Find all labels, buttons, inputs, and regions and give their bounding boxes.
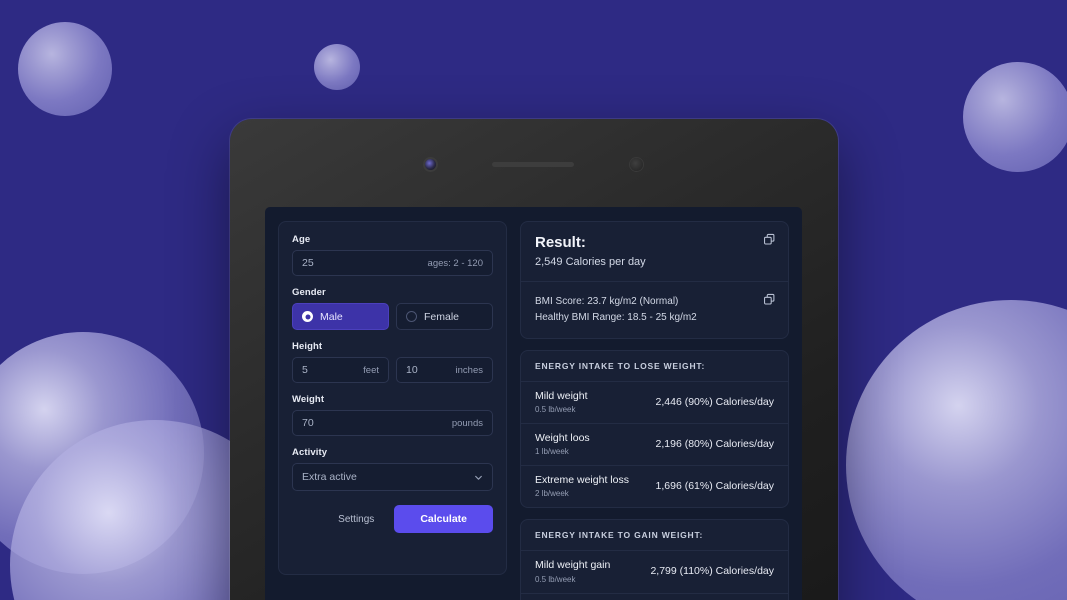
- gender-male-label: Male: [320, 310, 343, 323]
- row-label-group: Mild weight 0.5 lb/week: [535, 390, 588, 414]
- speaker-grille-icon: [492, 161, 574, 167]
- row-label-group: Mild weight gain 0.5 lb/week: [535, 559, 610, 583]
- weight-input[interactable]: 70 pounds: [292, 410, 493, 436]
- camera-icon: [425, 158, 436, 170]
- gender-option-female[interactable]: Female: [396, 303, 493, 330]
- radio-selected-icon: [302, 311, 313, 322]
- copy-icon[interactable]: [763, 293, 776, 306]
- sensor-icon: [630, 157, 643, 171]
- activity-field-block: Activity Extra active: [292, 447, 493, 491]
- age-label: Age: [292, 234, 311, 245]
- row-rate: 0.5 lb/week: [535, 574, 576, 584]
- age-input[interactable]: 25 ages: 2 - 120: [292, 250, 493, 276]
- height-inches-unit: inches: [455, 364, 483, 376]
- gender-field-block: Gender Male Female: [292, 287, 493, 330]
- bmi-score: BMI Score: 23.7 kg/m2 (Normal): [535, 296, 679, 307]
- row-label-group: Weight loos 1 lb/week: [535, 432, 590, 456]
- row-name: Extreme weight loss: [535, 474, 629, 487]
- chevron-down-icon: [475, 475, 482, 480]
- result-card: Result: 2,549 Calories per day BMI Score…: [520, 221, 789, 339]
- weight-field-block: Weight 70 pounds: [292, 394, 493, 436]
- calculator-form-panel: Age 25 ages: 2 - 120 Gender Male Female …: [278, 221, 507, 575]
- gender-female-label: Female: [424, 310, 460, 323]
- row-rate: 0.5 lb/week: [535, 405, 576, 415]
- table-row: Mild weight gain 0.5 lb/week 2,799 (110%…: [521, 551, 788, 592]
- activity-value: Extra active: [302, 471, 357, 483]
- height-inputs: 5 feet 10 inches: [292, 357, 493, 383]
- tablet-top-bar: [230, 119, 838, 209]
- settings-button[interactable]: Settings: [328, 508, 384, 531]
- row-name: Weight loos: [535, 432, 590, 445]
- row-label-group: Extreme weight loss 2 lb/week: [535, 474, 629, 498]
- tablet-device: Age 25 ages: 2 - 120 Gender Male Female …: [230, 119, 838, 600]
- copy-icon[interactable]: [763, 233, 776, 246]
- result-title: Result:: [535, 234, 586, 251]
- radio-unselected-icon: [406, 311, 417, 322]
- lose-weight-card: ENERGY INTAKE TO LOSE WEIGHT: Mild weigh…: [520, 350, 789, 509]
- calculate-button[interactable]: Calculate: [394, 505, 493, 533]
- weight-value: 70: [302, 417, 314, 429]
- decorative-sphere: [846, 300, 1067, 600]
- weight-unit: pounds: [451, 417, 483, 429]
- gender-label: Gender: [292, 287, 326, 298]
- decorative-sphere: [963, 62, 1067, 172]
- row-value: 2,799 (110%) Calories/day: [650, 565, 774, 578]
- height-inches-input[interactable]: 10 inches: [396, 357, 493, 383]
- gender-radio-group: Male Female: [292, 303, 493, 330]
- row-value: 2,446 (90%) Calories/day: [655, 396, 774, 409]
- decorative-sphere: [18, 22, 112, 116]
- age-value: 25: [302, 257, 314, 269]
- scene: Age 25 ages: 2 - 120 Gender Male Female …: [0, 0, 1067, 600]
- age-field-block: Age 25 ages: 2 - 120: [292, 234, 493, 276]
- activity-select[interactable]: Extra active: [292, 463, 493, 491]
- height-feet-value: 5: [302, 364, 308, 376]
- height-feet-input[interactable]: 5 feet: [292, 357, 389, 383]
- result-calories-value: 2,549 Calories per day: [535, 256, 646, 268]
- form-actions: Settings Calculate: [292, 505, 493, 533]
- row-name: Mild weight gain: [535, 559, 611, 572]
- lose-weight-heading: ENERGY INTAKE TO LOSE WEIGHT:: [521, 351, 788, 382]
- gain-weight-card: ENERGY INTAKE TO GAIN WEIGHT: Mild weigh…: [520, 519, 789, 600]
- height-inches-value: 10: [406, 364, 418, 376]
- height-field-block: Height 5 feet 10 inches: [292, 341, 493, 383]
- row-rate: 2 lb/week: [535, 489, 569, 499]
- results-column: Result: 2,549 Calories per day BMI Score…: [520, 221, 789, 600]
- weight-label: Weight: [292, 394, 325, 405]
- row-rate: 1 lb/week: [535, 447, 569, 457]
- result-bmi-section: BMI Score: 23.7 kg/m2 (Normal) Healthy B…: [521, 281, 788, 338]
- row-name: Mild weight: [535, 390, 588, 402]
- tablet-screen: Age 25 ages: 2 - 120 Gender Male Female …: [265, 207, 802, 600]
- height-label: Height: [292, 341, 323, 352]
- activity-label: Activity: [292, 447, 328, 458]
- row-value: 2,196 (80%) Calories/day: [655, 438, 774, 451]
- table-row: Extreme weight loss 2 lb/week 1,696 (61%…: [521, 465, 788, 507]
- gain-weight-heading: ENERGY INTAKE TO GAIN WEIGHT:: [521, 520, 788, 552]
- gender-option-male[interactable]: Male: [292, 303, 389, 330]
- table-row: Weight gain 1 lb/week 3,049 (120%) Calor…: [521, 592, 788, 600]
- table-row: Weight loos 1 lb/week 2,196 (80%) Calori…: [521, 423, 788, 465]
- table-row: Mild weight 0.5 lb/week 2,446 (90%) Calo…: [521, 382, 788, 423]
- row-value: 1,696 (61%) Calories/day: [655, 480, 774, 493]
- result-calories-section: Result: 2,549 Calories per day: [521, 222, 788, 281]
- bmi-range: Healthy BMI Range: 18.5 - 25 kg/m2: [535, 311, 697, 323]
- decorative-sphere: [314, 44, 360, 90]
- age-hint: ages: 2 - 120: [427, 257, 483, 269]
- height-feet-unit: feet: [363, 364, 379, 376]
